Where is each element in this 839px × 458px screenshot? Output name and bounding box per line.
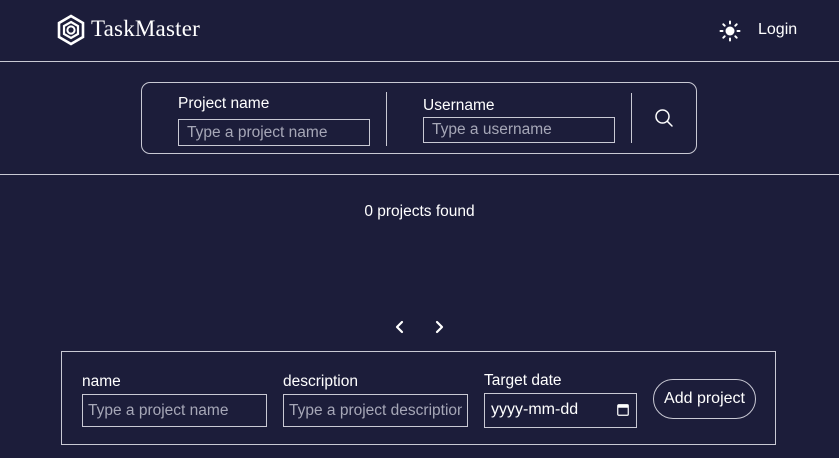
top-navbar: TaskMaster Login <box>0 0 839 62</box>
chevron-left-icon[interactable] <box>392 318 408 336</box>
target-date-label: Target date <box>484 372 562 389</box>
divider <box>386 92 387 146</box>
project-name-search-input[interactable] <box>178 119 370 146</box>
target-date-input[interactable]: yyyy-mm-dd <box>484 393 637 428</box>
divider <box>631 93 632 143</box>
project-name-label: Project name <box>178 95 270 112</box>
date-placeholder: yyyy-mm-dd <box>491 401 579 418</box>
name-label: name <box>82 373 121 390</box>
chevron-right-icon[interactable] <box>431 318 447 336</box>
project-description-input[interactable] <box>283 394 468 427</box>
username-label: Username <box>423 97 495 114</box>
results-count: 0 projects found <box>364 203 475 220</box>
calendar-icon[interactable] <box>617 403 629 416</box>
section-divider <box>0 174 839 175</box>
search-panel: Project name Username <box>141 82 697 154</box>
add-project-form: name description Target date yyyy-mm-dd … <box>61 351 776 445</box>
add-project-button[interactable]: Add project <box>653 379 756 419</box>
search-icon[interactable] <box>653 107 675 129</box>
project-name-input[interactable] <box>82 394 267 427</box>
description-label: description <box>283 373 358 390</box>
sun-icon[interactable] <box>719 20 741 42</box>
login-link[interactable]: Login <box>758 21 797 39</box>
brand-name[interactable]: TaskMaster <box>91 16 200 42</box>
hexagon-logo-icon[interactable] <box>56 14 86 46</box>
username-search-input[interactable] <box>423 117 615 143</box>
